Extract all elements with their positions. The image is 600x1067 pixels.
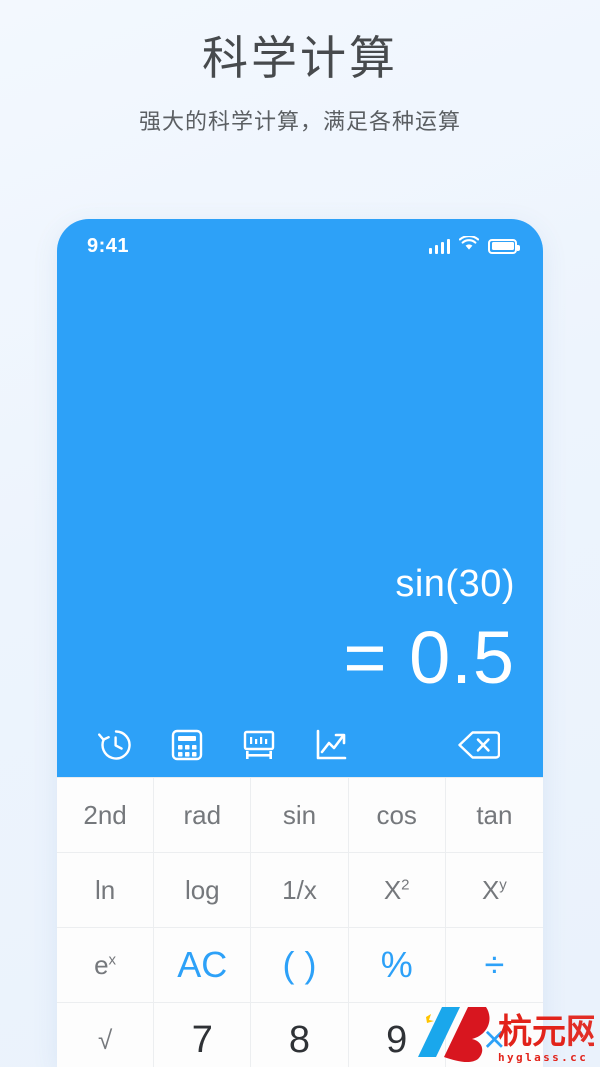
key-superscript: y xyxy=(499,876,507,894)
key-label: AC xyxy=(177,944,228,985)
key-8[interactable]: 8 xyxy=(251,1003,349,1067)
status-time: 9:41 xyxy=(87,234,130,257)
page-header: 科学计算 强大的科学计算，满足各种运算 xyxy=(0,0,600,136)
key-superscript: x xyxy=(108,951,117,969)
key-label: tan xyxy=(476,800,513,830)
key-label: rad xyxy=(183,800,222,830)
calculator-toolbar xyxy=(57,713,543,777)
key-[interactable]: % xyxy=(348,928,446,1003)
signal-icon xyxy=(428,238,450,254)
page-title: 科学计算 xyxy=(202,32,398,84)
key-2nd[interactable]: 2nd xyxy=(57,778,155,853)
calculator-icon xyxy=(170,728,204,762)
key-label: × xyxy=(483,1019,506,1061)
calculator-keypad: 2nd rad sin cos tan ln log 1/x X2 Xy ex AC ( )% ÷ √ 7 8 9… xyxy=(57,777,543,1067)
key-label: Xy xyxy=(481,875,507,905)
key-e[interactable]: ex xyxy=(57,928,155,1003)
history-icon xyxy=(96,726,134,764)
key-7[interactable]: 7 xyxy=(154,1003,252,1067)
status-icons xyxy=(428,235,520,256)
key-label: X2 xyxy=(383,875,410,905)
key-label: 7 xyxy=(191,1019,213,1061)
key-label: ln xyxy=(94,875,116,905)
battery-icon xyxy=(488,238,520,254)
display-readout: sin(30) = 0.5 xyxy=(57,273,543,713)
expression-text: sin(30) xyxy=(395,563,515,606)
key-x[interactable]: X2 xyxy=(348,853,446,928)
key-label: ÷ xyxy=(484,944,505,985)
key-tan[interactable]: tan xyxy=(445,778,543,853)
key-[interactable]: ÷ xyxy=(445,928,543,1003)
key-cos[interactable]: cos xyxy=(348,778,446,853)
history-button[interactable] xyxy=(79,717,151,773)
key-ln[interactable]: ln xyxy=(57,853,155,928)
key-superscript: 2 xyxy=(401,876,410,894)
status-bar: 9:41 xyxy=(57,219,543,273)
wifi-icon xyxy=(458,235,480,256)
key-log[interactable]: log xyxy=(154,853,252,928)
key-label: log xyxy=(184,875,220,905)
key-label: ( ) xyxy=(282,944,317,985)
key-label: 1/x xyxy=(282,875,317,905)
chart-icon xyxy=(314,728,348,762)
chart-button[interactable] xyxy=(295,717,367,773)
calculator-display: 9:41 sin(30) = 0.5 xyxy=(57,219,543,713)
calculator-button[interactable] xyxy=(151,717,223,773)
key-1x[interactable]: 1/x xyxy=(251,853,349,928)
key-label: % xyxy=(380,944,413,985)
ruler-icon xyxy=(241,728,277,762)
key-ac[interactable]: AC xyxy=(154,928,252,1003)
key-sin[interactable]: sin xyxy=(251,778,349,853)
unit-converter-button[interactable] xyxy=(223,717,295,773)
backspace-button[interactable] xyxy=(443,717,515,773)
key-[interactable]: ( ) xyxy=(251,928,349,1003)
key-9[interactable]: 9 xyxy=(348,1003,446,1067)
key-label: sin xyxy=(282,800,317,830)
result-text: = 0.5 xyxy=(343,616,515,700)
key-label: √ xyxy=(97,1025,113,1055)
key-rad[interactable]: rad xyxy=(154,778,252,853)
key-[interactable]: × xyxy=(445,1003,543,1067)
key-label: cos xyxy=(376,800,417,830)
key-x[interactable]: Xy xyxy=(445,853,543,928)
page-subtitle: 强大的科学计算，满足各种运算 xyxy=(138,108,461,134)
key-label: 9 xyxy=(386,1019,408,1061)
key-label: 2nd xyxy=(83,800,127,830)
key-label: ex xyxy=(94,950,117,980)
key-[interactable]: √ xyxy=(57,1003,155,1067)
svg-text:网: 网 xyxy=(566,1012,594,1052)
phone-mockup: 9:41 sin(30) = 0.5 2nd rad sin cos tan l… xyxy=(57,219,543,1067)
backspace-icon xyxy=(458,729,500,761)
key-label: 8 xyxy=(288,1019,311,1061)
